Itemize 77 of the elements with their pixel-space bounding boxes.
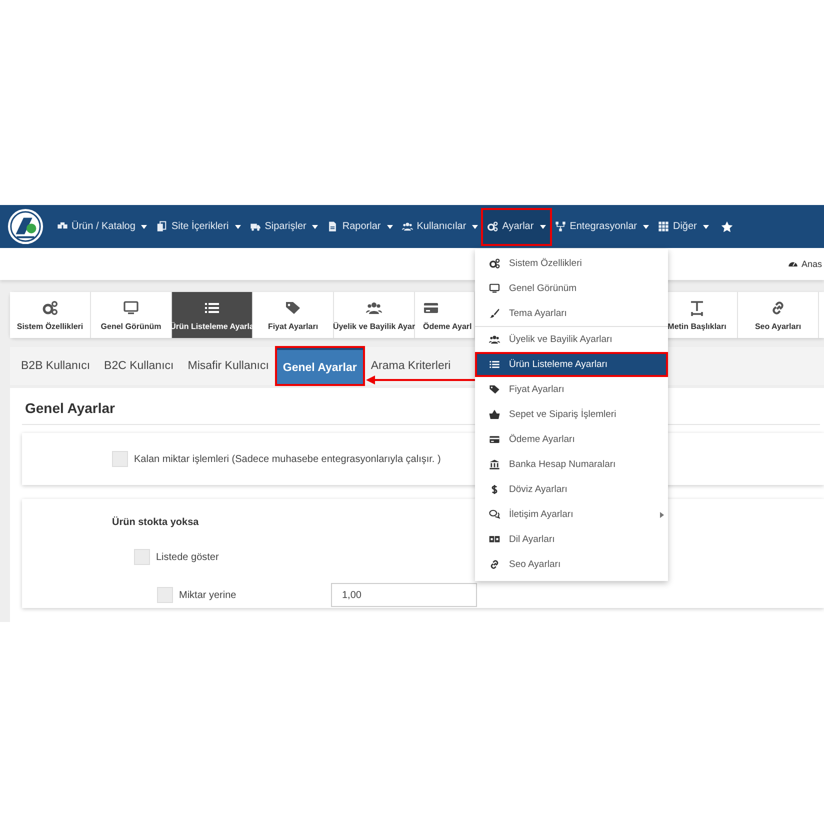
caret-icon [312, 224, 318, 228]
chat-icon [489, 509, 500, 520]
grid-icon [658, 221, 669, 232]
toolbar-button[interactable]: Genel Görünüm [91, 292, 172, 338]
tab[interactable]: B2B Kullanıcı [14, 358, 98, 374]
toolbar-button[interactable]: Sistem Özellikleri [10, 292, 91, 338]
home-link[interactable]: Anas [788, 259, 822, 269]
input-field[interactable]: 1,00 [331, 583, 477, 607]
nav-menu-item[interactable]: Site İçerikleri [152, 210, 246, 244]
nav-menu-item[interactable]: Ayarlar [482, 210, 550, 244]
bank-icon [489, 459, 500, 470]
menu-item[interactable]: Ürün Listeleme Ayarları [475, 352, 668, 377]
menu-item[interactable]: Üyelik ve Bayilik Ayarları [475, 327, 668, 352]
list-icon [489, 359, 500, 370]
nav-menu-item[interactable]: Siparişler [245, 210, 323, 244]
nav-menu-item[interactable]: Raporlar [322, 210, 398, 244]
documents-icon [156, 221, 168, 232]
menu-item[interactable]: Sistem Özellikleri [475, 251, 668, 276]
toolbar-button[interactable]: Üyelik ve Bayilik Ayar [334, 292, 415, 338]
caret-icon [642, 224, 649, 228]
gauge-icon [788, 259, 798, 269]
option-label: Miktar yerine [179, 590, 238, 600]
checkbox[interactable] [134, 549, 150, 565]
tab[interactable]: Misafir Kullanıcı [180, 358, 276, 374]
toolbar-button[interactable]: Seo Ayarları [738, 292, 819, 338]
credit-card-icon [489, 434, 500, 445]
gears-icon [489, 258, 500, 269]
nav-menu-item[interactable]: Ürün / Katalog [52, 210, 152, 244]
monitor-icon [489, 283, 500, 294]
caret-icon [386, 224, 393, 228]
brush-icon [489, 308, 500, 319]
caret-icon [141, 224, 148, 228]
section-heading: Ürün stokta yoksa [112, 517, 200, 528]
language-icon [489, 534, 500, 545]
link-icon [770, 300, 786, 316]
gears-icon [487, 221, 498, 232]
users-icon [402, 221, 413, 232]
menu-item[interactable]: Tema Ayarları [475, 301, 668, 327]
caret-icon [702, 224, 709, 228]
dollar-icon [489, 484, 500, 495]
nav-menu-item[interactable]: Diğer [653, 210, 714, 244]
monitor-icon [123, 300, 139, 316]
submenu-arrow-icon [660, 512, 664, 518]
network-icon [554, 221, 566, 232]
logo [7, 208, 44, 245]
menu-item[interactable]: Döviz Ayarları [475, 477, 668, 502]
option-label: Kalan miktar işlemleri (Sadece muhasebe entegrasyonlarıyla çalışır. ) [134, 454, 441, 464]
menu-item[interactable]: İletişim Ayarları [475, 502, 668, 527]
star-icon [721, 220, 734, 232]
caret-icon [540, 224, 546, 228]
toolbar-button[interactable]: Ödeme Ayarl [415, 292, 475, 338]
menu-item[interactable]: Ödeme Ayarları [475, 427, 668, 452]
caret-icon [234, 224, 241, 228]
gears-icon [42, 300, 58, 316]
tag-icon [285, 300, 301, 316]
menu-item[interactable]: Genel Görünüm [475, 276, 668, 301]
tab[interactable]: B2C Kullanıcı [97, 358, 181, 374]
tag-icon [489, 384, 500, 395]
checkbox[interactable] [157, 587, 173, 603]
menu-item[interactable]: Banka Hesap Numaraları [475, 452, 668, 477]
menu-item[interactable]: Sepet ve Sipariş İşlemleri [475, 402, 668, 427]
truck-icon [250, 221, 261, 232]
checkbox[interactable] [112, 451, 128, 467]
option-label: Listede göster [156, 552, 219, 562]
menu-item[interactable]: Seo Ayarları [475, 552, 668, 577]
tab[interactable]: Arama Kriterleri [364, 358, 458, 374]
tab[interactable]: Genel Ayarlar [276, 347, 364, 385]
link-icon [489, 559, 500, 570]
users-icon [366, 300, 382, 316]
nav-menu-item[interactable]: Entegrasyonlar [550, 210, 654, 244]
menu-item[interactable]: Dil Ayarları [475, 527, 668, 552]
toolbar-button[interactable]: Fiyat Ayarları [253, 292, 334, 338]
menu-item[interactable]: Fiyat Ayarları [475, 377, 668, 402]
document-icon [327, 221, 338, 232]
basket-icon [489, 409, 500, 420]
users-icon [489, 334, 500, 345]
text-height-icon [689, 300, 705, 316]
